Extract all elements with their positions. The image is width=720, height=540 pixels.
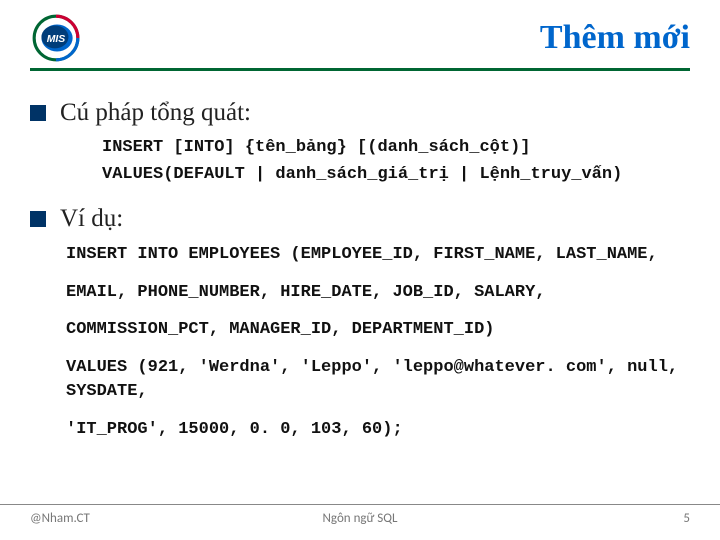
syntax-code-line: VALUES(DEFAULT | danh_sách_giá_trị | Lện… xyxy=(102,164,690,187)
syntax-code-line: INSERT [INTO] {tên_bảng} [(danh_sách_cột… xyxy=(102,137,690,160)
example-code-line: COMMISSION_PCT, MANAGER_ID, DEPARTMENT_I… xyxy=(66,318,690,342)
example-section: Ví dụ: INSERT INTO EMPLOYEES (EMPLOYEE_I… xyxy=(30,205,690,442)
example-code-line: 'IT_PROG', 15000, 0. 0, 103, 60); xyxy=(66,418,690,442)
example-code-line: EMAIL, PHONE_NUMBER, HIRE_DATE, JOB_ID, … xyxy=(66,281,690,305)
section-heading: Cú pháp tổng quát: xyxy=(60,99,251,127)
syntax-section: Cú pháp tổng quát: INSERT [INTO] {tên_bả… xyxy=(30,99,690,187)
example-code-line: INSERT INTO EMPLOYEES (EMPLOYEE_ID, FIRS… xyxy=(66,243,690,267)
page-number: 5 xyxy=(683,511,690,526)
bullet-item: Cú pháp tổng quát: xyxy=(30,99,690,127)
slide-footer: @Nham.CT Ngôn ngữ SQL 5 xyxy=(0,504,720,526)
slide-title: Thêm mới xyxy=(540,19,690,57)
mis-logo: MIS xyxy=(30,12,82,64)
square-bullet-icon xyxy=(30,211,46,227)
footer-author: @Nham.CT xyxy=(30,511,90,526)
svg-text:MIS: MIS xyxy=(47,34,66,45)
square-bullet-icon xyxy=(30,105,46,121)
slide-header: MIS Thêm mới xyxy=(30,12,690,71)
example-code-line: VALUES (921, 'Werdna', 'Leppo', 'leppo@w… xyxy=(66,356,690,404)
bullet-item: Ví dụ: xyxy=(30,205,690,233)
section-heading: Ví dụ: xyxy=(60,205,123,233)
footer-subject: Ngôn ngữ SQL xyxy=(323,511,398,526)
